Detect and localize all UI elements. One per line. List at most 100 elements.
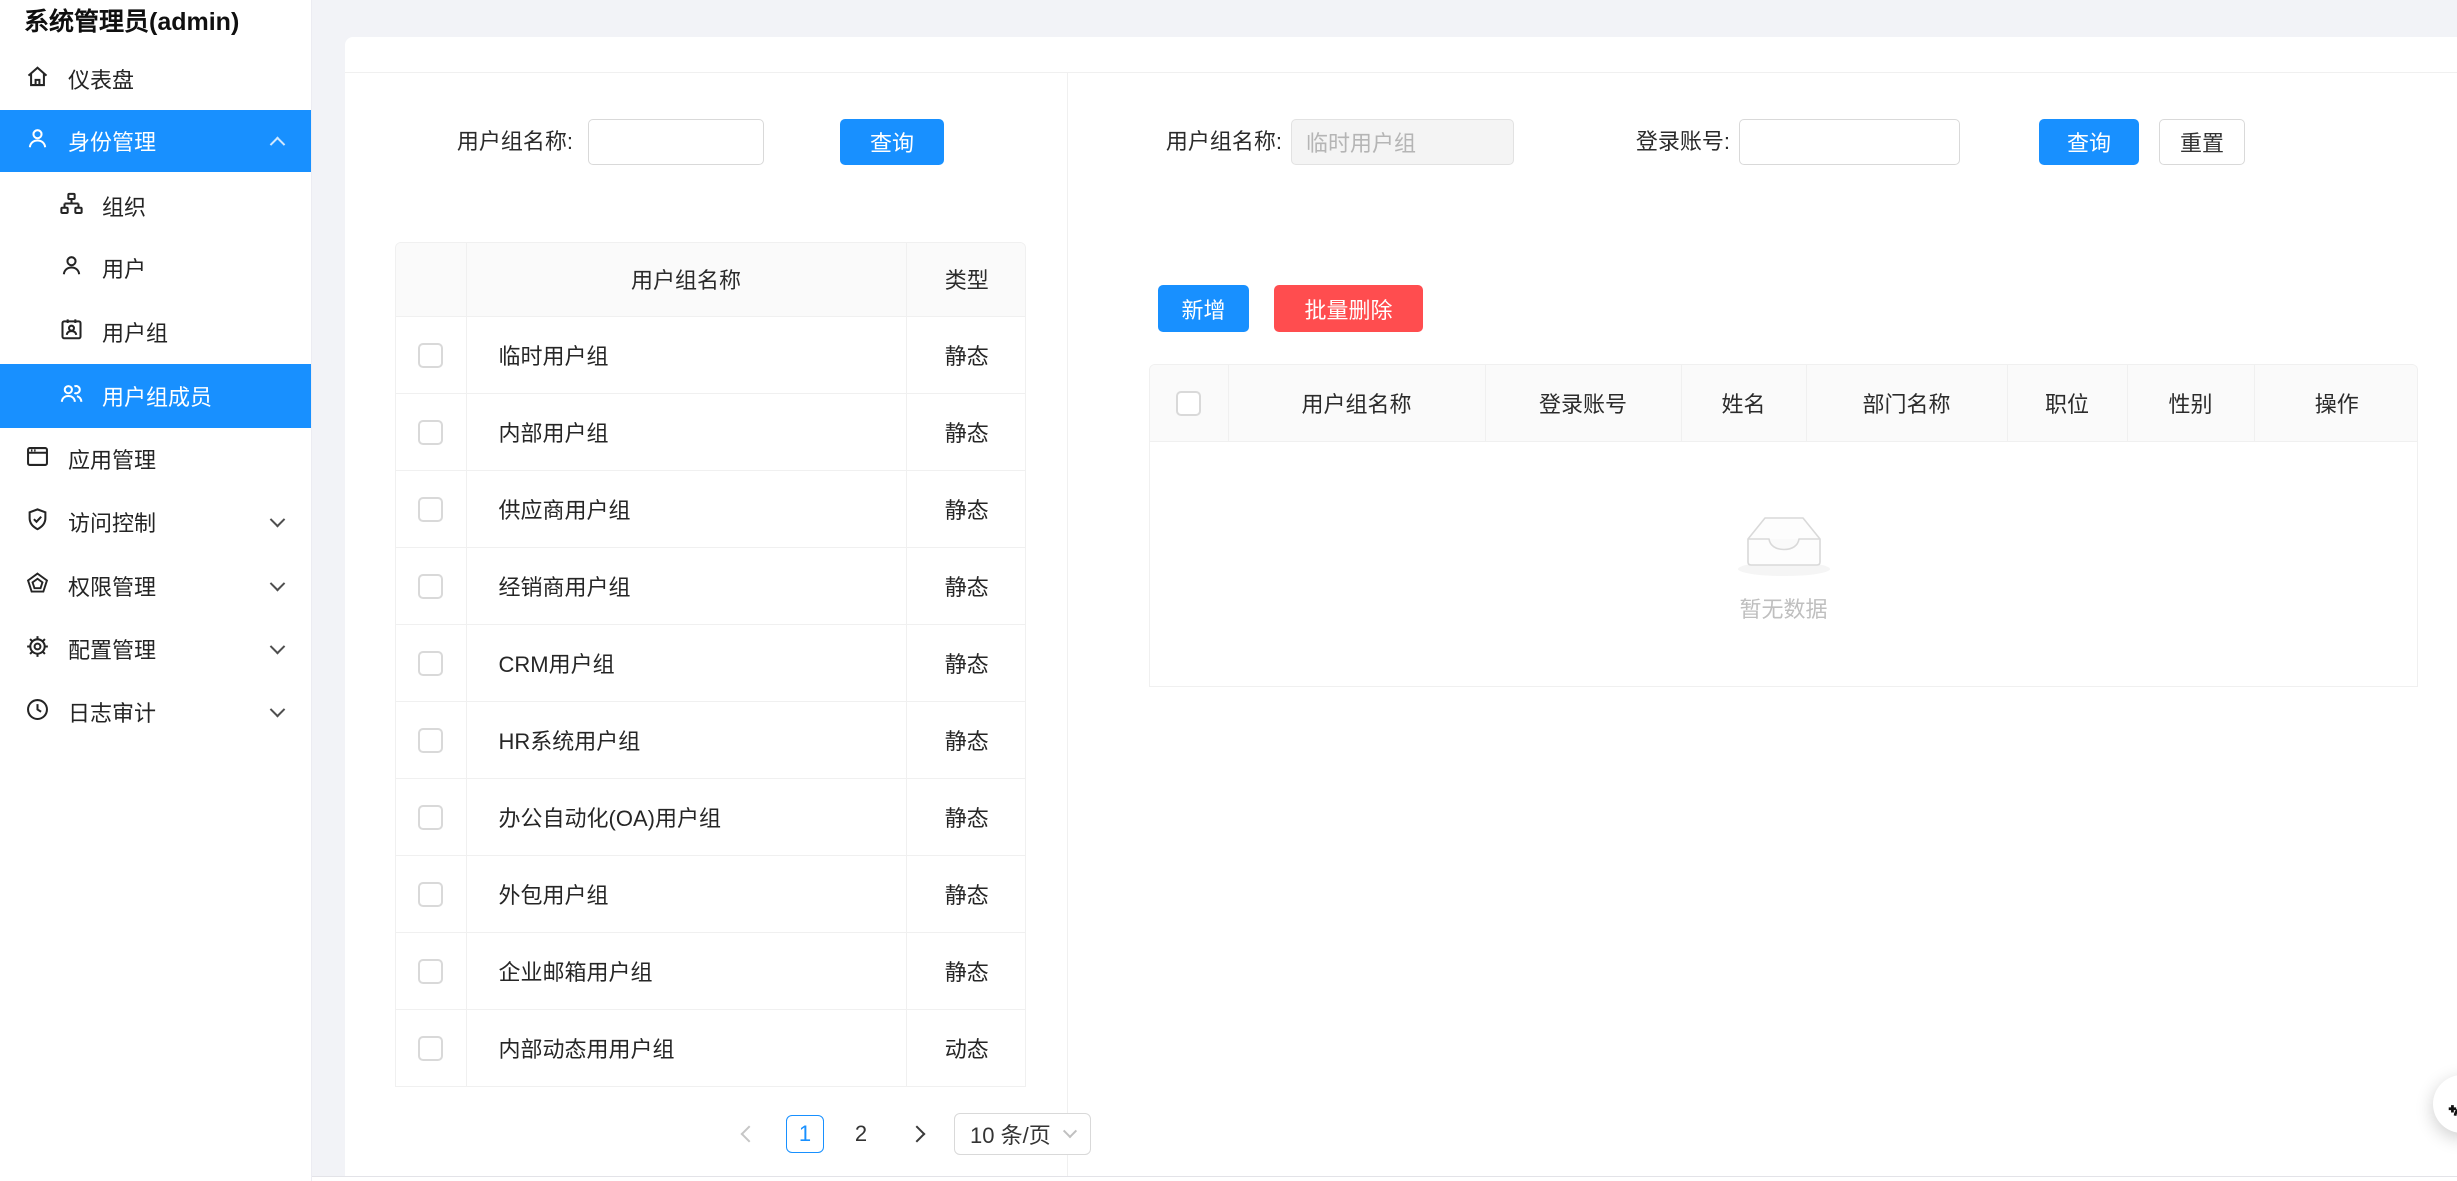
group-row[interactable]: 临时用户组静态	[396, 316, 1026, 393]
home-icon	[24, 63, 51, 95]
chevron-down-icon	[1063, 1124, 1077, 1138]
group-row[interactable]: 办公自动化(OA)用户组静态	[396, 778, 1026, 855]
group-row[interactable]: 外包用户组静态	[396, 855, 1026, 932]
actions-column-header: 操作	[2254, 365, 2418, 441]
page-2-button[interactable]: 2	[842, 1115, 880, 1153]
member-group-name-label: 用户组名称:	[1105, 119, 1282, 165]
row-checkbox[interactable]	[418, 574, 443, 599]
user-icon	[58, 252, 85, 284]
row-checkbox[interactable]	[418, 728, 443, 753]
group-row[interactable]: 企业邮箱用户组静态	[396, 932, 1026, 1009]
content-card: 用户组名称: 查询 用户组名称 类型 临时用户组静态 内部用户组静态 供应商用户…	[345, 37, 2457, 1176]
group-type-cell: 静态	[906, 316, 1026, 393]
chevron-down-icon	[270, 638, 286, 654]
type-column-header: 类型	[906, 243, 1026, 316]
page: { "sidebar": { "title": "系统管理员(admin)", …	[0, 0, 2457, 1181]
group-type-cell: 静态	[906, 393, 1026, 470]
sidebar: 系统管理员(admin) 仪表盘 身份管理 组织 用户 用户组 用户组成员 应用…	[0, 0, 312, 1181]
group-row[interactable]: 供应商用户组静态	[396, 470, 1026, 547]
admin-title: 系统管理员(admin)	[24, 2, 239, 38]
group-type-cell: 静态	[906, 932, 1026, 1009]
department-column-header: 部门名称	[1806, 365, 2007, 441]
chevron-up-icon	[270, 136, 286, 152]
row-checkbox[interactable]	[418, 805, 443, 830]
group-row[interactable]: 内部动态用用户组动态	[396, 1009, 1026, 1086]
sidebar-item-user-groups[interactable]: 用户组	[0, 301, 311, 363]
group-name-cell: 办公自动化(OA)用户组	[466, 778, 906, 855]
group-row[interactable]: HR系统用户组静态	[396, 701, 1026, 778]
page-1-button[interactable]: 1	[786, 1115, 824, 1153]
chevron-down-icon	[270, 701, 286, 717]
member-group-name-input[interactable]	[1291, 119, 1514, 165]
user-plus-icon	[2445, 1087, 2457, 1121]
group-name-cell: CRM用户组	[466, 624, 906, 701]
select-all-checkbox[interactable]	[1176, 391, 1201, 416]
group-search-button[interactable]: 查询	[840, 119, 944, 165]
pagination: 1 2 10 条/页	[730, 1113, 1091, 1155]
empty-box-icon	[1732, 504, 1836, 578]
row-checkbox[interactable]	[418, 1036, 443, 1061]
group-type-cell: 静态	[906, 855, 1026, 932]
group-name-cell: 内部动态用用户组	[466, 1009, 906, 1086]
chevron-down-icon	[270, 575, 286, 591]
id-badge-icon	[58, 316, 85, 348]
group-type-cell: 静态	[906, 701, 1026, 778]
sidebar-item-config-management[interactable]: 配置管理	[0, 618, 311, 680]
horizontal-scrollbar-track[interactable]	[312, 1176, 2457, 1181]
org-chart-icon	[58, 190, 85, 222]
row-checkbox[interactable]	[418, 651, 443, 676]
sidebar-item-dashboard[interactable]: 仪表盘	[0, 48, 311, 110]
row-checkbox[interactable]	[418, 497, 443, 522]
group-row[interactable]: 内部用户组静态	[396, 393, 1026, 470]
page-size-select[interactable]: 10 条/页	[954, 1113, 1091, 1155]
pentagon-seal-icon	[24, 570, 51, 602]
group-row[interactable]: 经销商用户组静态	[396, 547, 1026, 624]
clock-icon	[24, 696, 51, 728]
sidebar-item-access-control[interactable]: 访问控制	[0, 491, 311, 553]
group-name-cell: 经销商用户组	[466, 547, 906, 624]
group-type-cell: 静态	[906, 547, 1026, 624]
row-checkbox[interactable]	[418, 420, 443, 445]
group-row[interactable]: CRM用户组静态	[396, 624, 1026, 701]
group-name-search-input[interactable]	[588, 119, 764, 165]
prev-page-button[interactable]	[730, 1115, 768, 1153]
sidebar-item-log-audit[interactable]: 日志审计	[0, 681, 311, 743]
add-button[interactable]: 新增	[1158, 285, 1249, 332]
name-column-header: 姓名	[1681, 365, 1806, 441]
next-page-button[interactable]	[898, 1115, 936, 1153]
position-column-header: 职位	[2007, 365, 2127, 441]
card-header-strip	[345, 37, 2457, 73]
group-name-column-header: 用户组名称	[466, 243, 906, 316]
group-type-cell: 动态	[906, 1009, 1026, 1086]
select-column-header	[396, 243, 466, 316]
batch-delete-button[interactable]: 批量删除	[1274, 285, 1423, 332]
user-icon	[24, 125, 51, 157]
row-checkbox[interactable]	[418, 882, 443, 907]
shield-check-icon	[24, 506, 51, 538]
reset-button[interactable]: 重置	[2159, 119, 2245, 165]
sidebar-item-organization[interactable]: 组织	[0, 175, 311, 237]
group-name-cell: 内部用户组	[466, 393, 906, 470]
user-groups-table: 用户组名称 类型 临时用户组静态 内部用户组静态 供应商用户组静态 经销商用户组…	[395, 242, 1026, 1087]
users-group-icon	[58, 380, 85, 412]
prev-page-icon	[741, 1126, 758, 1143]
group-type-cell: 静态	[906, 778, 1026, 855]
sidebar-item-app-management[interactable]: 应用管理	[0, 428, 311, 490]
group-name-cell: 供应商用户组	[466, 470, 906, 547]
sidebar-item-users[interactable]: 用户	[0, 237, 311, 299]
chevron-down-icon	[270, 511, 286, 527]
row-checkbox[interactable]	[418, 959, 443, 984]
sidebar-item-identity-management[interactable]: 身份管理	[0, 110, 311, 172]
row-checkbox[interactable]	[418, 343, 443, 368]
gender-column-header: 性别	[2127, 365, 2254, 441]
group-name-cell: 外包用户组	[466, 855, 906, 932]
group-name-cell: HR系统用户组	[466, 701, 906, 778]
group-name-search-label: 用户组名称:	[405, 119, 573, 165]
gear-icon	[24, 633, 51, 665]
members-header-row: 用户组名称 登录账号 姓名 部门名称 职位 性别 操作	[1150, 365, 2418, 441]
sidebar-item-permission-management[interactable]: 权限管理	[0, 555, 311, 617]
empty-text: 暂无数据	[1739, 592, 1827, 624]
sidebar-item-user-group-members[interactable]: 用户组成员	[0, 364, 311, 428]
member-search-button[interactable]: 查询	[2039, 119, 2139, 165]
login-account-input[interactable]	[1739, 119, 1960, 165]
